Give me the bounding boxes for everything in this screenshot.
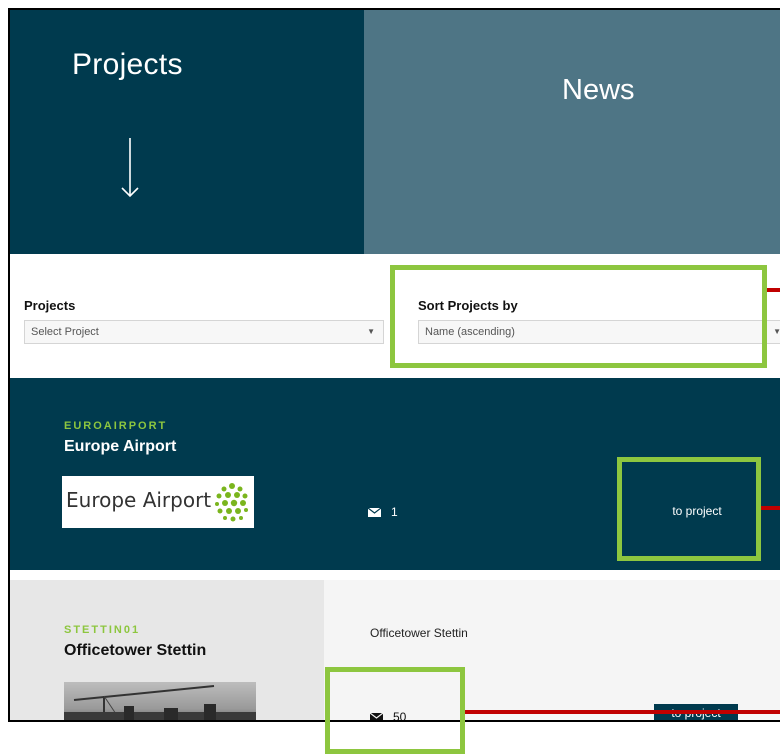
news-tile[interactable]: News: [364, 10, 780, 254]
annotation-line: [767, 288, 780, 292]
envelope-icon: [368, 507, 381, 517]
message-count-highlight-box: [325, 667, 465, 754]
project-name: Europe Airport: [64, 438, 177, 455]
projects-tile[interactable]: Projects: [10, 10, 364, 254]
annotation-line: [761, 506, 780, 510]
projects-filter-label: Projects: [24, 298, 76, 313]
message-count: 1: [368, 505, 398, 519]
caret-down-icon: ▼: [367, 327, 375, 336]
project-image: [64, 682, 256, 720]
project-code: STETTIN01: [64, 624, 141, 636]
sort-highlight-box: [390, 265, 767, 368]
project-select[interactable]: Select Project ▼: [24, 320, 384, 344]
project-logo: Europe Airport: [62, 476, 254, 528]
logo-text: Europe Airport: [66, 488, 212, 512]
project-description: Officetower Stettin: [370, 626, 468, 640]
crane-icon: [64, 685, 256, 720]
logo-dots-icon: [215, 483, 248, 522]
to-project-highlight-box: [617, 457, 761, 561]
project-select-value: Select Project: [31, 326, 99, 338]
caret-down-icon: ▼: [773, 321, 780, 343]
arrow-down-icon: [121, 138, 139, 198]
message-count-value: 1: [391, 505, 398, 519]
annotation-line: [465, 710, 780, 714]
project-name: Officetower Stettin: [64, 642, 207, 659]
news-tile-title: News: [562, 74, 635, 106]
project-code: EUROAIRPORT: [64, 420, 168, 432]
projects-tile-title: Projects: [72, 48, 183, 81]
